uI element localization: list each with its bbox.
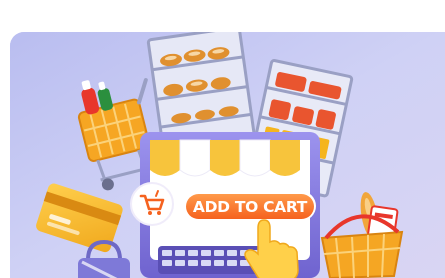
add-to-cart-button[interactable]: ADD TO CART <box>182 191 316 221</box>
add-to-cart-label[interactable]: ADD TO CART <box>193 198 308 216</box>
shopping-cart-icon <box>130 182 174 226</box>
shop-awning <box>150 139 310 177</box>
shopping-scene: ADD TO CART <box>10 32 445 278</box>
hero-illustration: ADD TO CART <box>10 32 445 278</box>
